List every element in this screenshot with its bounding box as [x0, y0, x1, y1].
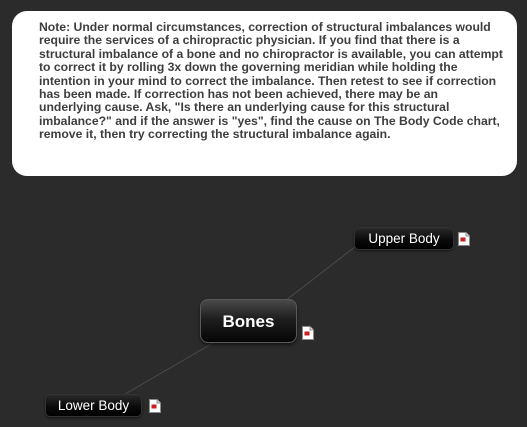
connector-lines — [119, 242, 361, 398]
connector-lower-body — [119, 342, 214, 398]
document-icon[interactable] — [458, 232, 470, 246]
node-bones-label: Bones — [222, 312, 275, 331]
node-upper-body[interactable]: Upper Body — [354, 227, 454, 250]
node-bones[interactable]: Bones — [200, 299, 297, 343]
connector-upper-body — [284, 242, 361, 302]
node-lower-body[interactable]: Lower Body — [45, 394, 142, 417]
document-icon[interactable] — [302, 326, 314, 340]
document-icon[interactable] — [149, 399, 161, 413]
node-upper-body-label: Upper Body — [368, 231, 440, 246]
node-lower-body-label: Lower Body — [57, 398, 130, 413]
mindmap-canvas[interactable]: Note: Under normal circumstances, correc… — [0, 0, 527, 427]
